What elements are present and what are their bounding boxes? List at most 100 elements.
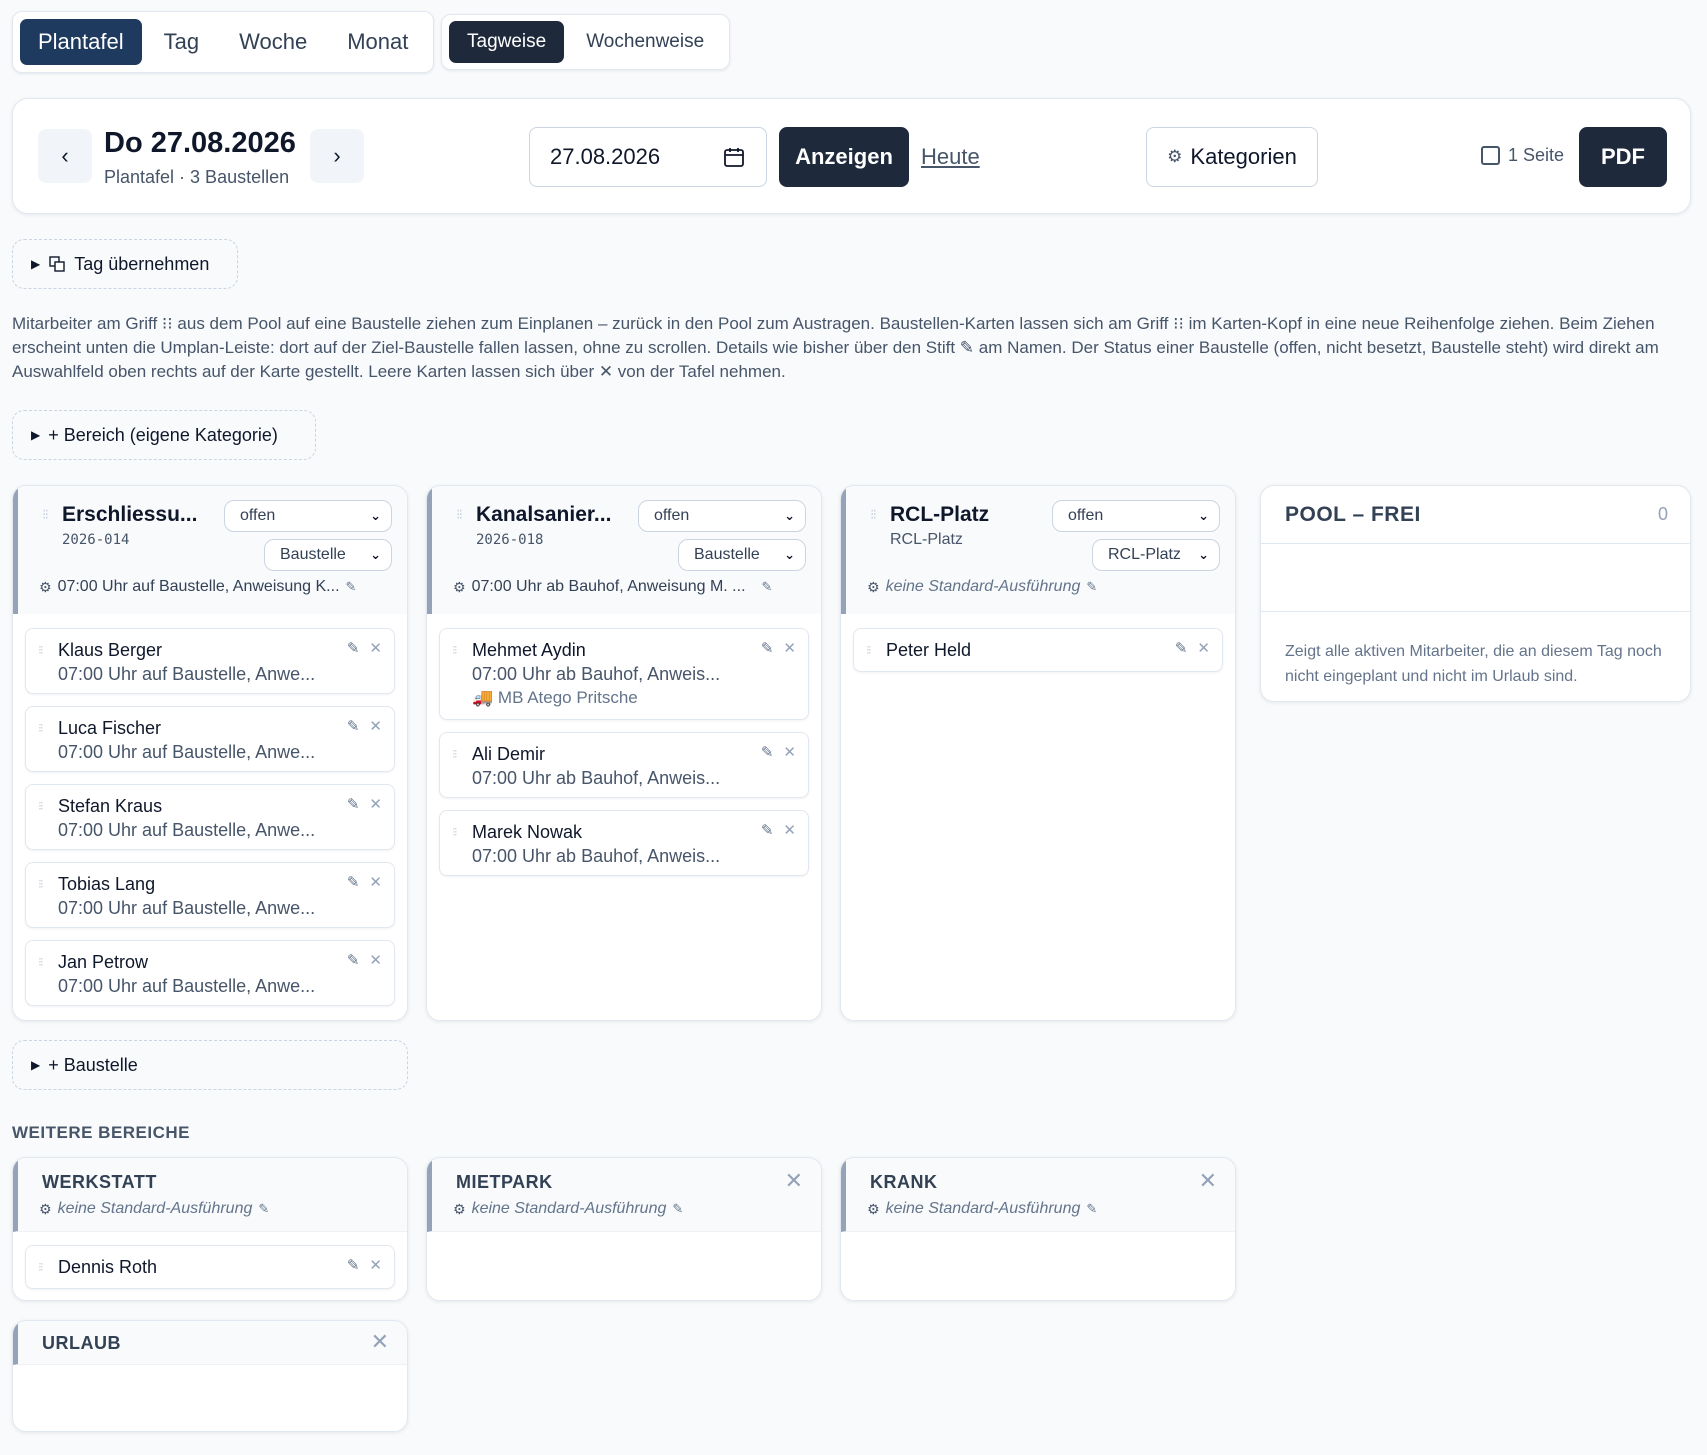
show-button[interactable]: Anzeigen bbox=[779, 127, 909, 187]
close-icon[interactable]: ✕ bbox=[1197, 639, 1210, 657]
grip-icon[interactable]: ⁝⁝ bbox=[452, 747, 457, 761]
status-select[interactable]: offen ⌄ bbox=[638, 500, 806, 532]
grip-icon[interactable]: ⁝⁝ bbox=[38, 799, 43, 813]
categories-button[interactable]: ⚙ Kategorien bbox=[1146, 127, 1318, 187]
pencil-icon[interactable]: ✎ bbox=[1175, 639, 1188, 657]
chevron-down-icon: ⌄ bbox=[784, 508, 795, 523]
chevron-down-icon: ⌄ bbox=[370, 508, 381, 523]
employee-name: Mehmet Aydin bbox=[472, 640, 586, 660]
category-select[interactable]: Baustelle ⌄ bbox=[678, 539, 806, 571]
more-areas-heading: WEITERE BEREICHE bbox=[12, 1123, 191, 1142]
execution-line[interactable]: ⚙ keine Standard-Ausführung ✎ bbox=[867, 578, 1097, 596]
employee-actions: ✎ ✕ bbox=[761, 639, 796, 657]
category-select[interactable]: Baustelle ⌄ bbox=[264, 539, 392, 571]
grip-icon[interactable]: ⁝⁝ bbox=[870, 506, 877, 523]
close-icon[interactable]: ✕ bbox=[785, 1168, 803, 1194]
pencil-icon[interactable]: ✎ bbox=[762, 579, 773, 595]
tab-plantafel[interactable]: Plantafel bbox=[20, 19, 142, 65]
pencil-icon[interactable]: ✎ bbox=[1086, 579, 1097, 595]
pencil-icon[interactable]: ✎ bbox=[347, 795, 360, 813]
category-select[interactable]: RCL-Platz ⌄ bbox=[1092, 539, 1220, 571]
tab-tag[interactable]: Tag bbox=[146, 19, 217, 65]
employee-card[interactable]: ⁝⁝ Dennis Roth ✎ ✕ bbox=[25, 1245, 395, 1289]
status-select[interactable]: offen ⌄ bbox=[224, 500, 392, 532]
grip-icon[interactable]: ⁝⁝ bbox=[452, 643, 457, 657]
pencil-icon[interactable]: ✎ bbox=[347, 639, 360, 657]
close-icon[interactable]: ✕ bbox=[369, 951, 382, 969]
employee-name: Luca Fischer bbox=[58, 718, 162, 738]
grip-icon[interactable]: ⁝⁝ bbox=[866, 643, 871, 657]
close-icon[interactable]: ✕ bbox=[369, 639, 382, 657]
close-icon[interactable]: ✕ bbox=[369, 1256, 382, 1274]
pencil-icon[interactable]: ✎ bbox=[346, 579, 357, 595]
grip-icon[interactable]: ⁝⁝ bbox=[38, 877, 43, 891]
grip-icon[interactable]: ⁝⁝ bbox=[38, 721, 43, 735]
add-site-toggle[interactable]: ▶ + Baustelle bbox=[12, 1040, 408, 1090]
vehicle-name: MB Atego Pritsche bbox=[497, 688, 638, 707]
close-icon[interactable]: ✕ bbox=[371, 1329, 389, 1355]
tab-wochenweise[interactable]: Wochenweise bbox=[568, 21, 722, 63]
execution-line[interactable]: ⚙ keine Standard-Ausführung ✎ bbox=[39, 1200, 269, 1218]
employee-card[interactable]: ⁝⁝ Klaus Berger 07:00 Uhr auf Baustelle,… bbox=[25, 628, 395, 694]
employee-card[interactable]: ⁝⁝ Tobias Lang 07:00 Uhr auf Baustelle, … bbox=[25, 862, 395, 928]
next-day-button[interactable]: › bbox=[310, 129, 364, 183]
execution-line[interactable]: ⚙ 07:00 Uhr auf Baustelle, Anweisung K..… bbox=[39, 578, 356, 596]
employee-name: Jan Petrow bbox=[58, 952, 149, 972]
employee-name: Peter Held bbox=[886, 640, 972, 660]
pencil-icon[interactable]: ✎ bbox=[672, 1201, 683, 1217]
grip-icon[interactable]: ⁝⁝ bbox=[38, 955, 43, 969]
pencil-icon[interactable]: ✎ bbox=[347, 717, 360, 735]
calendar-icon[interactable] bbox=[722, 145, 746, 169]
one-page-option[interactable]: 1 Seite bbox=[1481, 145, 1564, 166]
grip-icon[interactable]: ⁝⁝ bbox=[42, 506, 49, 523]
site-code: RCL-Platz bbox=[890, 531, 963, 548]
today-link[interactable]: Heute bbox=[921, 144, 980, 170]
copy-day-toggle[interactable]: ▶ Tag übernehmen bbox=[12, 239, 238, 289]
grip-icon[interactable]: ⁝⁝ bbox=[38, 1260, 43, 1274]
employee-card[interactable]: ⁝⁝ Peter Held ✎ ✕ bbox=[853, 628, 1223, 672]
add-area-toggle[interactable]: ▶ + Bereich (eigene Kategorie) bbox=[12, 410, 316, 460]
one-page-checkbox[interactable] bbox=[1481, 146, 1500, 165]
employee-card[interactable]: ⁝⁝ Jan Petrow 07:00 Uhr auf Baustelle, A… bbox=[25, 940, 395, 1006]
execution-line[interactable]: ⚙ keine Standard-Ausführung ✎ bbox=[453, 1200, 683, 1218]
tab-woche[interactable]: Woche bbox=[221, 19, 325, 65]
close-icon[interactable]: ✕ bbox=[1199, 1168, 1217, 1194]
employee-detail: 07:00 Uhr ab Bauhof, Anweis... bbox=[472, 846, 721, 866]
grip-icon[interactable]: ⁝⁝ bbox=[38, 643, 43, 657]
employee-card[interactable]: ⁝⁝ Stefan Kraus 07:00 Uhr auf Baustelle,… bbox=[25, 784, 395, 850]
execution-line[interactable]: ⚙ 07:00 Uhr ab Bauhof, Anweisung M. ... … bbox=[453, 578, 772, 596]
pencil-icon[interactable]: ✎ bbox=[258, 1201, 269, 1217]
grip-icon[interactable]: ⁝⁝ bbox=[456, 506, 463, 523]
close-icon[interactable]: ✕ bbox=[369, 717, 382, 735]
prev-day-button[interactable]: ‹ bbox=[38, 129, 92, 183]
close-icon[interactable]: ✕ bbox=[783, 743, 796, 761]
close-icon[interactable]: ✕ bbox=[783, 821, 796, 839]
pencil-icon[interactable]: ✎ bbox=[347, 873, 360, 891]
employee-card[interactable]: ⁝⁝ Marek Nowak 07:00 Uhr ab Bauhof, Anwe… bbox=[439, 810, 809, 876]
pencil-icon[interactable]: ✎ bbox=[761, 639, 774, 657]
employee-card[interactable]: ⁝⁝ Luca Fischer 07:00 Uhr auf Baustelle,… bbox=[25, 706, 395, 772]
expand-icon: ▶ bbox=[31, 1058, 41, 1072]
tab-monat[interactable]: Monat bbox=[329, 19, 426, 65]
employee-detail: 07:00 Uhr auf Baustelle, Anwe... bbox=[58, 664, 316, 684]
close-icon[interactable]: ✕ bbox=[783, 639, 796, 657]
employee-card[interactable]: ⁝⁝ Ali Demir 07:00 Uhr ab Bauhof, Anweis… bbox=[439, 732, 809, 798]
pencil-icon[interactable]: ✎ bbox=[347, 951, 360, 969]
add-site-label: + Baustelle bbox=[48, 1054, 138, 1075]
date-input[interactable]: 27.08.2026 bbox=[529, 127, 767, 187]
pencil-icon[interactable]: ✎ bbox=[761, 743, 774, 761]
execution-line[interactable]: ⚙ keine Standard-Ausführung ✎ bbox=[867, 1200, 1097, 1218]
close-icon[interactable]: ✕ bbox=[369, 795, 382, 813]
tab-tagweise[interactable]: Tagweise bbox=[449, 21, 565, 63]
status-select[interactable]: offen ⌄ bbox=[1052, 500, 1220, 532]
pencil-icon[interactable]: ✎ bbox=[1086, 1201, 1097, 1217]
employee-name: Dennis Roth bbox=[58, 1257, 158, 1277]
employee-card[interactable]: ⁝⁝ Mehmet Aydin 07:00 Uhr ab Bauhof, Anw… bbox=[439, 628, 809, 720]
pdf-button[interactable]: PDF bbox=[1579, 127, 1667, 187]
close-icon[interactable]: ✕ bbox=[369, 873, 382, 891]
grip-icon[interactable]: ⁝⁝ bbox=[452, 825, 457, 839]
employee-actions: ✎ ✕ bbox=[761, 821, 796, 839]
pencil-icon[interactable]: ✎ bbox=[347, 1256, 360, 1274]
pool-dropzone[interactable] bbox=[1261, 544, 1690, 612]
pencil-icon[interactable]: ✎ bbox=[761, 821, 774, 839]
